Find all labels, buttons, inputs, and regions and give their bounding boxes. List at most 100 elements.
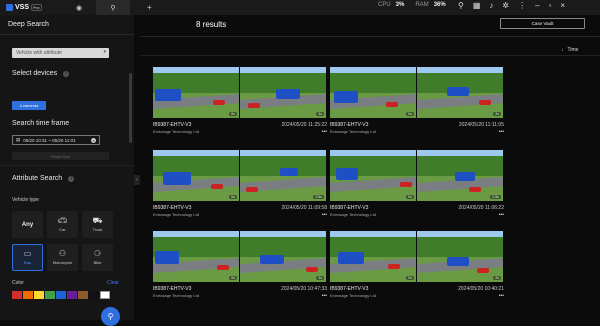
more-icon[interactable]: ⋮ [518,1,526,10]
more-options-icon[interactable]: ••• [322,212,327,218]
vehicle-type-bike[interactable]: ⚆ Bike [82,244,113,271]
bell-icon[interactable]: ♪ [489,1,493,10]
result-thumbnail[interactable]: 0s [330,67,416,118]
result-thumbnail[interactable]: 0s [153,67,239,118]
vehicle-type-label: Truck [92,227,103,232]
timestamp: 2024/05/20 10:40:21 [458,286,504,292]
sort-arrow-icon: ↓ [561,47,564,53]
duration-badge: 2s [316,112,324,116]
settings-icon[interactable]: ✲ [502,1,509,10]
result-thumbnails: 0s 2s [330,67,504,118]
result-card[interactable]: 0s 2.5s IB9387-EHTV-V3 2024/05/20 11:09:… [153,150,327,218]
org-row: Enirosage Technology Ltd ••• [330,212,504,218]
results-panel: 8 results Case Vault ↓ Time 0s 2s IB9387… [141,15,600,320]
result-card[interactable]: 0s 2.5s IB9387-EHTV-V3 2024/05/20 11:06:… [330,150,504,218]
color-swatch[interactable] [78,291,88,299]
vehicle-type-truck[interactable]: ⛟ Truck [82,211,113,238]
duration-badge: 2s [493,276,501,280]
results-count: 8 results [196,20,227,29]
bus-object [336,168,358,180]
search-button[interactable]: ⚲ [101,307,120,326]
org-row: Enirosage Technology Ltd ••• [330,293,504,299]
color-label: Color [12,280,24,286]
minimize-icon[interactable]: – [535,1,539,10]
info-icon[interactable]: i [63,71,70,77]
car-object [469,187,481,192]
reset-time-button[interactable]: Reset time [12,152,109,160]
color-swatch[interactable] [67,291,77,299]
duration-badge: 0s [229,112,237,116]
select-devices-button[interactable]: 4 cameras [12,101,46,110]
result-thumbnail[interactable]: 0s [330,150,416,201]
info-icon[interactable]: i [68,176,75,182]
color-swatch[interactable] [12,291,22,299]
search-icon[interactable]: ⚲ [458,1,464,10]
color-swatch[interactable] [100,291,110,299]
bus-object [280,168,298,176]
color-swatch[interactable] [89,291,99,299]
organization-name: Enirosage Technology Ltd [330,293,376,298]
more-options-icon[interactable]: ••• [499,293,504,299]
color-swatches [12,291,110,299]
result-card[interactable]: 0s 2s IB9387-EHTV-V3 2024/05/20 11:25:22… [153,67,327,135]
time-range-field[interactable]: ▤ 05/20 10:31 ~ 05/20 11:01 × [12,135,100,145]
sort-control[interactable]: ↓ Time [561,47,578,53]
result-card[interactable]: 0s 2s IB9387-EHTV-V3 2024/05/20 10:40:21… [330,231,504,299]
results-scrollbar[interactable] [586,59,589,299]
maximize-icon[interactable]: ▫ [549,1,552,10]
eye-icon: ◉ [75,4,83,12]
search-mode-select[interactable]: Vehicle with attribute ▾ [12,48,109,58]
cpu-label: CPU [378,2,391,8]
result-thumbnail[interactable]: 2s [240,67,326,118]
collapse-sidebar-button[interactable]: ‹ [134,175,140,185]
color-swatch[interactable] [56,291,66,299]
new-tab-button[interactable]: + [147,3,152,12]
clear-time-icon[interactable]: × [91,137,96,143]
search-mode-value: Vehicle with attribute [16,50,62,56]
color-swatch[interactable] [34,291,44,299]
result-thumbnail[interactable]: 2s [240,231,326,282]
toolbar-icons: ⚲ ▦ ♪ ✲ ⋮ – ▫ × [458,1,565,10]
duration-badge: 0s [229,276,237,280]
divider [141,36,600,37]
result-thumbnail[interactable]: 2s [417,67,503,118]
tab-live-view[interactable]: ◉ [62,0,96,15]
color-swatch[interactable] [23,291,33,299]
result-thumbnail[interactable]: 2s [417,231,503,282]
car-object [306,267,318,272]
vehicle-type-bus[interactable]: ▭ Bus [12,244,43,271]
duration-badge: 2.5s [490,195,501,199]
vehicle-type-motorcycle[interactable]: ⚇ Motorcycle [47,244,78,271]
result-thumbnail[interactable]: 0s [330,231,416,282]
clear-colors-link[interactable]: Clear [107,280,119,286]
more-options-icon[interactable]: ••• [322,129,327,135]
result-card[interactable]: 0s 2s IB9387-EHTV-V3 2024/05/20 11:11:05… [330,67,504,135]
car-object [386,102,398,107]
more-options-icon[interactable]: ••• [322,293,327,299]
vehicle-type-car[interactable]: 🚗︎ Car [47,211,78,238]
color-swatch[interactable] [45,291,55,299]
result-thumbnail[interactable]: 2.5s [240,150,326,201]
vehicle-type-any[interactable]: Any [12,211,43,238]
duration-badge: 2.5s [313,195,324,199]
organization-name: Enirosage Technology Ltd [330,212,376,217]
system-stats: CPU 3% RAM 36% [378,2,446,8]
more-options-icon[interactable]: ••• [499,212,504,218]
vehicle-type-label: Bus [24,260,31,265]
bus-object [338,252,364,264]
result-thumbnail[interactable]: 0s [153,150,239,201]
result-card[interactable]: 0s 2s IB9387-EHTV-V3 2024/05/20 10:47:33… [153,231,327,299]
case-vault-button[interactable]: Case Vault [500,18,585,29]
more-options-icon[interactable]: ••• [499,129,504,135]
bus-object [155,251,179,264]
car-object [213,100,225,105]
tab-deep-search[interactable]: ⚲ [96,0,130,15]
result-thumbnail[interactable]: 0s [153,231,239,282]
close-icon[interactable]: × [560,1,565,10]
result-thumbnails: 0s 2.5s [153,150,327,201]
ram-label: RAM [415,2,429,8]
sidebar-scrollbar[interactable] [129,73,132,143]
bus-object [163,172,191,185]
result-thumbnail[interactable]: 2.5s [417,150,503,201]
grid-icon[interactable]: ▦ [473,1,481,10]
